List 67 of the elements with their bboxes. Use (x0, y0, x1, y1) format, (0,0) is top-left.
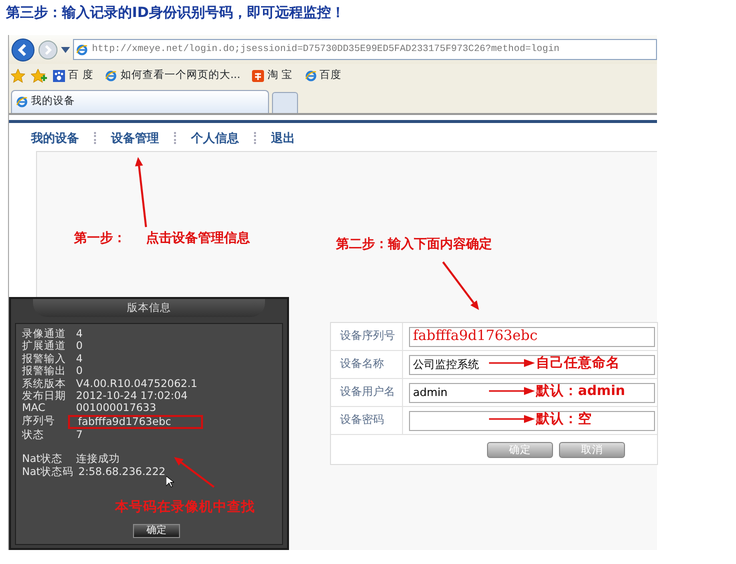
info-value: 0 (75, 365, 84, 378)
nav-link[interactable]: 设备管理 (111, 129, 159, 147)
info-value: 连接成功 (75, 453, 121, 466)
ok-button[interactable]: 确定 (133, 524, 180, 538)
browser-page-icon (16, 96, 28, 108)
field-label: 设备序列号 (331, 323, 403, 350)
info-value: 4 (75, 352, 84, 366)
field-label: 设备密码 (331, 407, 403, 434)
info-label: 报警输出 (22, 365, 67, 378)
info-label: 发布日期 (22, 390, 67, 402)
browser-tab[interactable]: 我的设备 (11, 90, 269, 113)
input-field[interactable] (409, 410, 655, 430)
info-value: 0 (75, 340, 84, 353)
info-label: Nat状态码 (22, 466, 74, 478)
browser-page-icon (105, 70, 118, 82)
info-label: 录像通道 (22, 328, 67, 340)
annotation-arrow (489, 413, 535, 426)
annotation-text: 第一步： (74, 230, 126, 248)
annotation-text: 点击设备管理信息 (146, 230, 250, 248)
pointer-arrow (135, 157, 147, 228)
favorite-label[interactable]: 百度 (320, 68, 342, 84)
info-label: 扩展通道 (22, 340, 67, 353)
mouse-cursor-icon (166, 476, 174, 488)
address-url: http://xmeye.net/login.do;jsessionid=D75730DD35E99ED5FAD233175F973C26?method=login (92, 42, 560, 56)
annotation-arrow (489, 385, 535, 398)
field-label: 设备用户名 (331, 379, 403, 406)
highlighted-value: fabfffa9d1763ebc (68, 414, 204, 429)
input-field[interactable]: fabfffa9d1763ebc (409, 326, 655, 346)
annotation-text: 默认：空 (536, 410, 592, 429)
info-value: V4.00.R10.04752062.1 (75, 378, 198, 390)
info-label: 状态 (22, 428, 45, 442)
taobao-icon (252, 70, 264, 82)
info-label: 序列号 (22, 414, 56, 429)
pointer-arrow (174, 457, 215, 488)
new-tab-button[interactable] (272, 92, 298, 113)
favorites-star-icon[interactable] (11, 69, 25, 83)
annotation-text: 本号码在录像机中查找 (115, 498, 255, 517)
annotation-text: 第二步：输入下面内容确定 (336, 236, 492, 254)
annotation-text: 默认：admin (536, 382, 626, 401)
favorite-label[interactable]: 如何查看一个网页的大... (120, 68, 240, 84)
add-favorite-icon[interactable] (31, 69, 47, 83)
info-value: 7 (75, 428, 84, 442)
info-label: Nat状态 (22, 453, 64, 466)
dialog-title: 版本信息 (33, 299, 265, 317)
annotation-text: 自己任意命名 (536, 354, 620, 373)
info-label: 系统版本 (22, 378, 67, 390)
field-label: 设备名称 (331, 351, 403, 378)
nav-link[interactable]: 个人信息 (191, 129, 239, 147)
dropdown-caret-icon[interactable] (61, 46, 70, 52)
info-label: 报警输入 (22, 352, 67, 365)
annotation-arrow (489, 357, 535, 370)
page-heading: 第三步：输入记录的ID身份识别号码，即可远程监控！ (5, 4, 346, 23)
info-value: 2:58.68.236.222 (77, 466, 166, 478)
nav-link[interactable]: 退出 (271, 129, 295, 147)
info-label: MAC (22, 402, 46, 415)
browser-page-icon (76, 44, 88, 56)
favorite-label[interactable]: 百 度 (68, 68, 94, 84)
back-button[interactable] (11, 38, 35, 62)
info-value: 2012-10-24 17:02:04 (75, 390, 189, 402)
info-value: 4 (75, 328, 84, 340)
address-bar[interactable]: http://xmeye.net/login.do;jsessionid=D75730DD35E99ED5FAD233175F973C26?method=login (73, 39, 657, 60)
paw-icon (53, 70, 65, 82)
favorite-label[interactable]: 淘 宝 (267, 68, 293, 84)
nav-link[interactable]: 我的设备 (31, 129, 79, 147)
pointer-arrow (442, 261, 479, 310)
browser-page-icon (304, 70, 317, 82)
info-value: 001000017633 (75, 402, 158, 415)
